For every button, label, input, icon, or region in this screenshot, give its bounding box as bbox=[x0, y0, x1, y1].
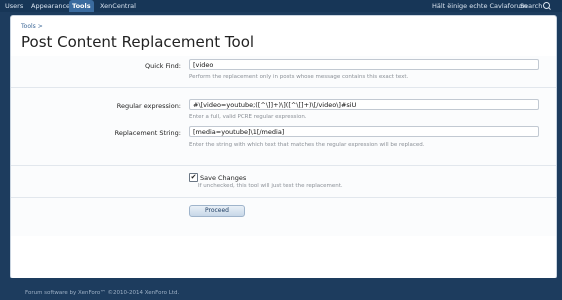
search-link[interactable]: Search bbox=[520, 0, 551, 12]
footer bbox=[0, 278, 562, 300]
replacement-hint: Enter the string with which text that ma… bbox=[189, 142, 425, 148]
page-title: Post Content Replacement Tool bbox=[21, 33, 255, 51]
search-icon bbox=[543, 2, 551, 9]
divider bbox=[11, 87, 556, 88]
proceed-button[interactable]: Proceed bbox=[189, 205, 245, 217]
save-changes-hint: If unchecked, this tool will just test t… bbox=[198, 183, 343, 189]
user-link[interactable]: Hält ëinige echte Cavlaforum bbox=[432, 0, 527, 12]
tab-tools[interactable]: Tools bbox=[69, 0, 94, 12]
regex-label: Regular expression: bbox=[116, 102, 181, 110]
search-label: Search bbox=[520, 2, 543, 10]
regex-hint: Enter a full, valid PCRE regular express… bbox=[189, 114, 307, 120]
divider bbox=[11, 197, 556, 198]
replacement-form: Quick Find: [video Perform the replaceme… bbox=[11, 56, 556, 236]
save-changes-label[interactable]: Save Changes bbox=[200, 174, 246, 182]
replacement-label: Replacement String: bbox=[114, 129, 181, 137]
quick-find-input[interactable]: [video bbox=[189, 59, 539, 70]
top-navigation: Users Appearance Tools XenCentral Hält ë… bbox=[0, 0, 562, 12]
tab-users[interactable]: Users bbox=[2, 0, 26, 12]
quick-find-hint: Perform the replacement only in posts wh… bbox=[189, 74, 409, 80]
footer-copyright: Forum software by XenForo™ ©2010-2014 Xe… bbox=[25, 290, 180, 296]
content-panel: Tools > Post Content Replacement Tool Qu… bbox=[10, 15, 557, 279]
divider bbox=[11, 165, 556, 166]
tab-xencentral[interactable]: XenCentral bbox=[97, 0, 139, 12]
tab-appearance[interactable]: Appearance bbox=[28, 0, 73, 12]
save-changes-checkbox[interactable]: ✔ bbox=[189, 173, 198, 182]
breadcrumb[interactable]: Tools > bbox=[21, 23, 43, 30]
regex-input[interactable]: #\[video=youtube;([^\]]+)\]([^\[]+)\[/vi… bbox=[189, 99, 539, 110]
quick-find-label: Quick Find: bbox=[145, 62, 181, 70]
replacement-input[interactable]: [media=youtube]\1[/media] bbox=[189, 126, 539, 137]
